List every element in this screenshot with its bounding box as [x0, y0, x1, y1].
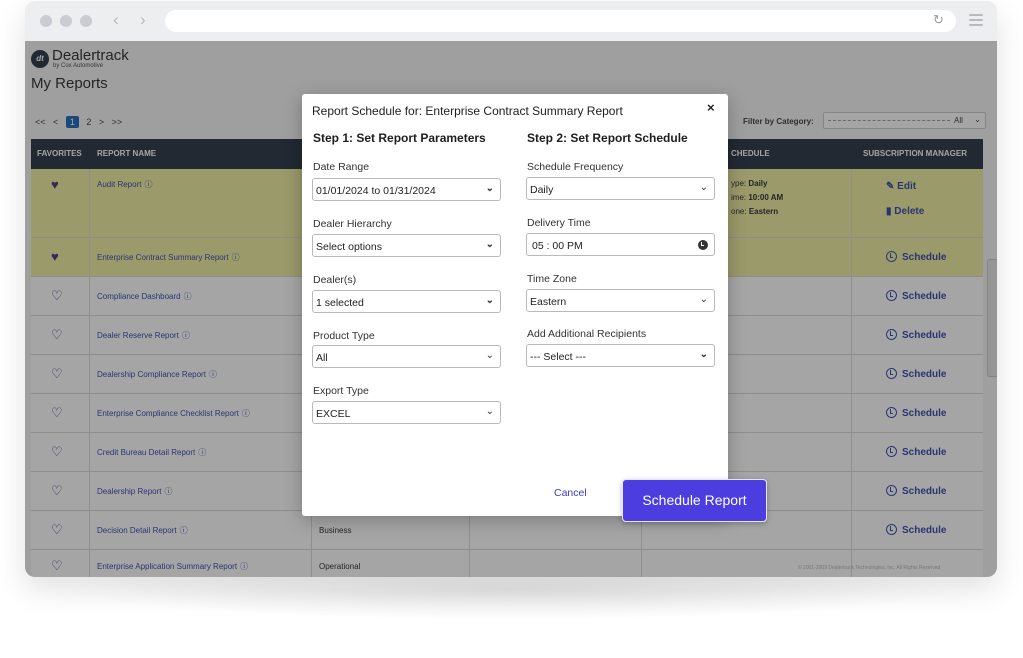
back-arrow-icon[interactable]: ‹	[113, 10, 119, 30]
schedule-report-button[interactable]: Schedule Report	[622, 479, 767, 522]
browser-toolbar: ‹ › ↻	[25, 1, 997, 41]
reload-icon[interactable]: ↻	[933, 12, 944, 28]
product-type-select[interactable]: All ⌄	[312, 345, 501, 368]
dealers-label: Dealer(s)	[313, 274, 357, 286]
step2-heading: Step 2: Set Report Schedule	[527, 131, 688, 145]
menu-icon[interactable]	[969, 14, 983, 26]
modal-title: Report Schedule for: Enterprise Contract…	[312, 104, 623, 118]
chevron-down-icon: ⌄	[485, 350, 494, 361]
chevron-down-icon: ⌄	[699, 182, 708, 193]
dealer-hierarchy-label: Dealer Hierarchy	[313, 218, 392, 230]
cancel-button[interactable]: Cancel	[554, 487, 587, 499]
clock-icon[interactable]	[698, 240, 708, 250]
report-schedule-modal: Report Schedule for: Enterprise Contract…	[302, 94, 728, 516]
window-minimize-dot[interactable]	[60, 15, 72, 27]
chevron-down-icon: ⌄	[485, 406, 494, 417]
time-zone-label: Time Zone	[527, 273, 577, 285]
time-zone-select[interactable]: Eastern ⌄	[526, 289, 715, 312]
delivery-time-label: Delivery Time	[527, 217, 591, 229]
close-icon[interactable]: ×	[707, 100, 715, 115]
recipients-select[interactable]: --- Select --- ⌄	[526, 344, 715, 367]
address-bar[interactable]	[165, 10, 956, 32]
recipients-label: Add Additional Recipients	[527, 328, 647, 340]
export-type-label: Export Type	[313, 385, 369, 397]
window-zoom-dot[interactable]	[80, 15, 92, 27]
chevron-down-icon: ⌄	[485, 239, 494, 250]
chevron-down-icon: ⌄	[699, 294, 708, 305]
schedule-frequency-label: Schedule Frequency	[527, 161, 624, 173]
schedule-frequency-select[interactable]: Daily ⌄	[526, 177, 715, 200]
date-range-label: Date Range	[313, 161, 370, 173]
product-type-label: Product Type	[313, 330, 375, 342]
export-type-select[interactable]: EXCEL ⌄	[312, 401, 501, 424]
window-close-dot[interactable]	[40, 15, 52, 27]
step1-heading: Step 1: Set Report Parameters	[313, 131, 486, 145]
date-range-select[interactable]: 01/01/2024 to 01/31/2024 ⌄	[312, 178, 501, 201]
dealer-hierarchy-select[interactable]: Select options ⌄	[312, 234, 501, 257]
chevron-down-icon: ⌄	[699, 349, 708, 360]
footer-copyright: © 2001-2009 Dealertrack Technologies, In…	[798, 565, 941, 571]
dealers-select[interactable]: 1 selected ⌄	[312, 290, 501, 313]
delivery-time-input[interactable]: 05 : 00 PM	[526, 233, 715, 256]
chevron-down-icon: ⌄	[485, 183, 494, 194]
chevron-down-icon: ⌄	[485, 295, 494, 306]
forward-arrow-icon[interactable]: ›	[140, 10, 146, 30]
